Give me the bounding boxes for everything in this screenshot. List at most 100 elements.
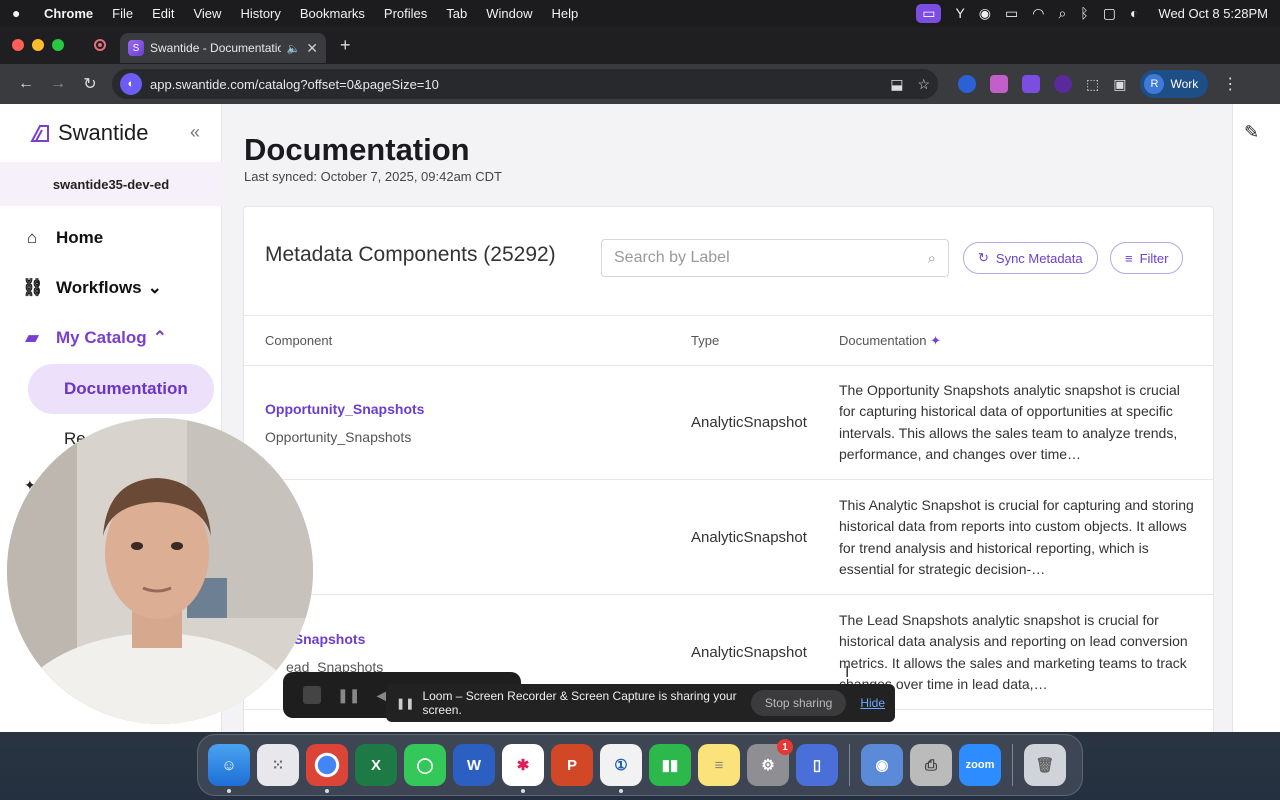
excel-icon[interactable]: X	[355, 744, 397, 786]
printer-icon[interactable]: ⎙	[910, 744, 952, 786]
running-dot	[325, 789, 329, 793]
collapse-sidebar-icon[interactable]: «	[190, 122, 200, 143]
refresh-icon: ↻	[978, 250, 989, 265]
battery-icon[interactable]: ▭	[1005, 5, 1018, 22]
zoom-label: zoom	[965, 759, 995, 771]
webcam-bubble[interactable]	[7, 418, 313, 724]
browser-tab-active[interactable]: S Swantide - Documentation 🔈 ✕	[120, 33, 326, 63]
component-link[interactable]: Opportunity_Snapshots	[265, 401, 424, 417]
chrome-icon[interactable]	[306, 744, 348, 793]
purple-extension-icon[interactable]	[1054, 75, 1072, 93]
search-input[interactable]: Search by Label ⌕	[601, 239, 949, 277]
nav-documentation[interactable]: Documentation	[28, 364, 214, 414]
system-settings-icon[interactable]: ⚙ 1	[747, 739, 793, 786]
maximize-window-button[interactable]	[52, 39, 64, 51]
wifi-icon[interactable]: ◠	[1032, 5, 1044, 22]
ai-assistant-icon[interactable]: ✎	[1244, 122, 1259, 143]
menu-profiles[interactable]: Profiles	[384, 6, 427, 21]
macos-dock: ☺ ⁙ X ◯ W ✱ P ① ▮▮ ≡ ⚙ 1 ▯ ◉ ⎙ zoom 🗑	[197, 734, 1083, 796]
column-header-documentation[interactable]: Documentation ✦	[839, 333, 941, 349]
chevron-down-icon: ⌄	[147, 278, 162, 297]
menubar-clock[interactable]: Wed Oct 8 5:28PM	[1158, 6, 1268, 21]
spotlight-search-icon[interactable]: ⌕	[1058, 5, 1066, 22]
launchpad-icon[interactable]: ⁙	[257, 744, 299, 786]
nav-workflows[interactable]: ⛓ Workflows ⌄	[22, 278, 162, 298]
hide-sharing-bar-link[interactable]: Hide	[860, 696, 885, 710]
loom-app-icon[interactable]: ◉	[861, 744, 903, 786]
org-name[interactable]: swantide35-dev-ed	[0, 162, 222, 206]
forward-icon[interactable]: →	[42, 75, 74, 93]
site-info-icon[interactable]: ◐	[120, 73, 142, 95]
workflow-icon: ⛓	[22, 278, 44, 297]
table-row[interactable]: Opportunity_Snapshots Opportunity_Snapsh…	[244, 366, 1213, 480]
word-icon[interactable]: W	[453, 744, 495, 786]
chrome-menu-icon[interactable]: ⋮	[1222, 74, 1238, 94]
url-text[interactable]: app.swantide.com/catalog?offset=0&pageSi…	[150, 77, 876, 92]
apple-icon[interactable]: ●	[12, 5, 30, 21]
tab-audio-icon[interactable]: 🔈	[287, 42, 301, 55]
shield-extension-icon[interactable]	[958, 75, 976, 93]
menu-edit[interactable]: Edit	[152, 6, 174, 21]
column-header-component[interactable]: Component	[265, 333, 332, 348]
display-icon[interactable]: ▢	[1103, 5, 1116, 22]
menu-app-name[interactable]: Chrome	[44, 6, 93, 21]
table-row[interactable]: AnalyticSnapshot This Analytic Snapshot …	[244, 481, 1213, 595]
component-api-name: Opportunity_Snapshots	[265, 429, 412, 445]
menu-bookmarks[interactable]: Bookmarks	[300, 6, 365, 21]
slack-icon[interactable]: ✱	[502, 744, 544, 793]
nav-home[interactable]: ⌂ Home	[22, 228, 103, 248]
column-header-type[interactable]: Type	[691, 333, 719, 348]
1password-icon[interactable]: ①	[600, 744, 642, 793]
password-icon[interactable]: ◉	[979, 5, 991, 22]
bluetooth-icon[interactable]: ᛒ	[1080, 5, 1088, 21]
filter-label: Filter	[1139, 250, 1169, 266]
stop-recording-button[interactable]	[303, 686, 321, 704]
powerpoint-icon[interactable]: P	[551, 744, 593, 786]
swantide-extension-icon[interactable]	[1022, 75, 1040, 93]
minimize-window-button[interactable]	[32, 39, 44, 51]
swantide-logo-icon	[30, 125, 49, 142]
component-type: AnalyticSnapshot	[691, 529, 807, 546]
column-header-documentation-label: Documentation	[839, 333, 927, 348]
profile-chip[interactable]: R Work	[1140, 70, 1209, 98]
extension-y-icon[interactable]: Y	[955, 5, 964, 21]
recorder-extension-icon[interactable]	[990, 75, 1008, 93]
reading-list-icon[interactable]: ▣	[1113, 76, 1126, 93]
menu-view[interactable]: View	[193, 6, 221, 21]
menu-window[interactable]: Window	[486, 6, 532, 21]
last-synced-text: Last synced: October 7, 2025, 09:42am CD…	[244, 169, 502, 184]
zoom-icon[interactable]: zoom	[959, 744, 1001, 786]
pause-recording-icon[interactable]: ❚❚	[337, 687, 360, 704]
trash-icon[interactable]: 🗑	[1024, 744, 1066, 786]
ai-sparkle-icon: ✦	[930, 333, 941, 348]
messages-icon[interactable]: ◯	[404, 744, 446, 786]
sync-metadata-label: Sync Metadata	[995, 250, 1083, 266]
screen-record-icon[interactable]: ▭	[916, 3, 942, 23]
address-bar[interactable]: ◐ app.swantide.com/catalog?offset=0&page…	[112, 69, 938, 99]
simulator-icon[interactable]: ▯	[796, 744, 838, 786]
close-window-button[interactable]	[12, 39, 24, 51]
nav-my-catalog[interactable]: ▰ My Catalog ⌃	[22, 328, 166, 348]
reload-icon[interactable]: ↻	[74, 74, 106, 94]
component-documentation: The Lead Snapshots analytic snapshot is …	[839, 612, 1188, 692]
menu-history[interactable]: History	[240, 6, 280, 21]
search-placeholder: Search by Label	[614, 249, 730, 266]
back-icon[interactable]: ←	[10, 75, 42, 93]
control-center-icon[interactable]: ◐	[1130, 5, 1138, 21]
bookmark-star-icon[interactable]: ☆	[917, 76, 930, 93]
menu-tab[interactable]: Tab	[446, 6, 467, 21]
menu-file[interactable]: File	[112, 6, 133, 21]
numbers-icon[interactable]: ▮▮	[649, 744, 691, 786]
notes-icon[interactable]: ≡	[698, 744, 740, 786]
filter-button[interactable]: ≡ Filter	[1110, 242, 1184, 274]
brand[interactable]: Swantide	[30, 120, 149, 146]
menu-help[interactable]: Help	[552, 6, 579, 21]
puzzle-extensions-icon[interactable]: ⬚	[1086, 76, 1099, 93]
stop-sharing-button[interactable]: Stop sharing	[750, 690, 847, 716]
menubar-status-area: ▭ Y ◉ ▭ ◠ ⌕ ᛒ ▢ ◐ Wed Oct 8 5:28PM	[916, 3, 1268, 23]
close-tab-icon[interactable]: ✕	[306, 40, 318, 57]
sync-metadata-button[interactable]: ↻ Sync Metadata	[963, 242, 1098, 274]
finder-icon[interactable]: ☺	[208, 744, 250, 793]
new-tab-button[interactable]: +	[340, 35, 351, 56]
install-app-icon[interactable]: ⬓	[890, 76, 903, 93]
